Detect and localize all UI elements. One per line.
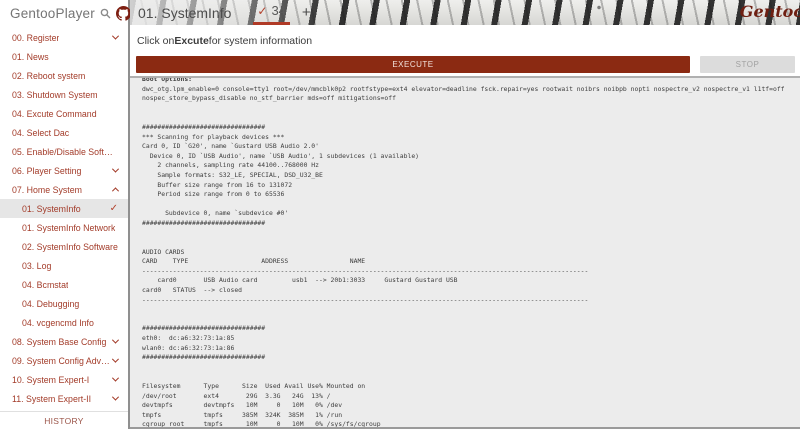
check-icon <box>110 203 118 214</box>
sidebar-item-label: 04. Excute Command <box>12 108 97 119</box>
sidebar-item[interactable]: 01. SystemInfo <box>0 199 128 218</box>
sidebar-nav: 00. Register 01. News 02. Reboot system … <box>0 26 128 411</box>
info-text: Click on Excute for system information <box>130 25 800 56</box>
terminal-output[interactable]: Boot Options: dwc_otg.lpm_enable=0 conso… <box>130 76 800 429</box>
sidebar: GentooPlayer 00. Register 01. News 02. R… <box>0 0 131 429</box>
chevron-icon <box>111 187 120 195</box>
sidebar-item-label: 01. News <box>12 51 49 62</box>
terminal-boot-header: Boot Options: <box>142 76 193 83</box>
sidebar-item-label: 04. vcgencmd Info <box>22 317 94 328</box>
sidebar-item-label: 03. Log <box>22 260 52 271</box>
sidebar-header: GentooPlayer <box>0 0 131 26</box>
sidebar-item[interactable]: 07. Home System <box>0 180 128 199</box>
sidebar-item[interactable]: 08. System Base Config <box>0 332 128 351</box>
sidebar-item-label: 09. System Config Advanced <box>12 355 113 366</box>
chevron-icon <box>111 165 120 173</box>
app-title: GentooPlayer <box>10 5 95 21</box>
sidebar-item[interactable]: 04. Debugging <box>0 294 128 313</box>
sidebar-item-label: 03. Shutdown System <box>12 89 98 100</box>
sidebar-item-label: 08. System Base Config <box>12 336 107 347</box>
sidebar-item-label: 07. Home System <box>12 184 82 195</box>
sidebar-item[interactable]: 00. Register <box>0 28 128 47</box>
main-area: 01. SystemInfo ✓ 34 + Gentoo Click on Ex… <box>130 0 800 429</box>
app-window: GentooPlayer 00. Register 01. News 02. R… <box>0 0 800 429</box>
tab-count: 34 <box>271 3 286 18</box>
sidebar-item[interactable]: 05. Enable/Disable Software <box>0 142 128 161</box>
sidebar-item-label: 02. SystemInfo Software <box>22 241 118 252</box>
sidebar-item[interactable]: 04. Select Dac <box>0 123 128 142</box>
sidebar-item-label: 10. System Expert-I <box>12 374 90 385</box>
add-tab-button[interactable]: + <box>302 4 311 21</box>
execute-button[interactable]: EXECUTE <box>136 56 690 73</box>
github-icon[interactable] <box>115 5 131 21</box>
check-icon: ✓ <box>257 3 268 18</box>
sidebar-item[interactable]: 09. System Config Advanced <box>0 351 128 370</box>
sidebar-item[interactable]: 06. Player Setting <box>0 161 128 180</box>
chevron-icon <box>112 355 120 363</box>
button-row: EXECUTE STOP <box>130 56 800 76</box>
sidebar-item[interactable]: 04. vcgencmd Info <box>0 313 128 332</box>
stop-button[interactable]: STOP <box>700 56 795 73</box>
chevron-icon <box>111 336 120 344</box>
tab-check-badge[interactable]: ✓ 34 <box>253 0 290 25</box>
chevron-icon <box>111 393 120 401</box>
sidebar-item-label: 11. System Expert-II <box>12 393 92 404</box>
sidebar-item-label: 04. Select Dac <box>12 127 70 138</box>
info-suffix: for system information <box>208 34 313 47</box>
sidebar-item[interactable]: 02. SystemInfo Software <box>0 237 128 256</box>
sidebar-item-label: 01. SystemInfo Network <box>22 222 116 233</box>
sidebar-item[interactable]: 03. Shutdown System <box>0 85 128 104</box>
sidebar-item[interactable]: 01. News <box>0 47 128 66</box>
history-button[interactable]: HISTORY <box>0 411 128 429</box>
sidebar-item[interactable]: 10. System Expert-I <box>0 370 128 389</box>
sidebar-item[interactable]: 02. Reboot system <box>0 66 128 85</box>
tab-banner: 01. SystemInfo ✓ 34 + Gentoo <box>130 0 800 25</box>
sidebar-item-label: 04. Debugging <box>22 298 80 309</box>
sidebar-item-label: 06. Player Setting <box>12 165 82 176</box>
info-prefix: Click on <box>137 34 175 47</box>
sidebar-item[interactable]: 04. Excute Command <box>0 104 128 123</box>
sidebar-item[interactable]: 03. Log <box>0 256 128 275</box>
info-bold: Excute <box>174 34 209 47</box>
sidebar-item-label: 05. Enable/Disable Software <box>12 146 118 157</box>
chevron-icon <box>111 374 120 382</box>
chevron-icon <box>111 32 120 40</box>
tab-systeminfo[interactable]: 01. SystemInfo <box>138 5 231 21</box>
sidebar-item-label: 01. SystemInfo <box>22 203 81 214</box>
terminal-body: dwc_otg.lpm_enable=0 console=tty1 root=/… <box>142 84 785 429</box>
sidebar-item-label: 04. Bcmstat <box>22 279 69 290</box>
gentoo-watermark: Gentoo <box>739 2 800 21</box>
sidebar-item[interactable]: 01. SystemInfo Network <box>0 218 128 237</box>
sidebar-item-label: 00. Register <box>12 32 60 43</box>
sidebar-item[interactable]: 04. Bcmstat <box>0 275 128 294</box>
search-icon[interactable] <box>100 8 111 19</box>
sidebar-item[interactable]: 11. System Expert-II <box>0 389 128 408</box>
sidebar-item-label: 02. Reboot system <box>12 70 86 81</box>
